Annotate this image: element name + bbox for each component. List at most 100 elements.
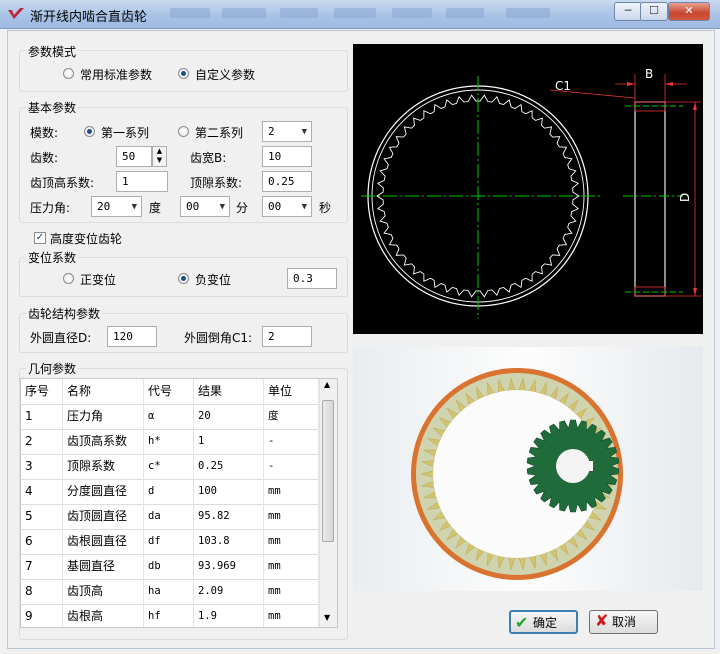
second-unit: 秒: [319, 201, 332, 215]
teeth-input[interactable]: 50: [116, 146, 152, 167]
cell-symbol: hf: [144, 604, 194, 627]
ok-button-label: 确定: [533, 616, 558, 630]
gear-2d-drawing: C1 B D: [361, 67, 701, 319]
table-scrollbar[interactable]: ▲ ▼: [319, 379, 337, 627]
cell-name: 压力角: [63, 404, 144, 429]
radio-standard-label: 常用标准参数: [80, 68, 153, 82]
clearance-coef-label: 顶隙系数:: [190, 176, 243, 190]
header-cell-index: 序号: [21, 379, 63, 404]
pressure-second-select[interactable]: 00 ▼: [262, 196, 312, 217]
cell-unit: mm: [264, 604, 319, 627]
radio-series2[interactable]: [178, 126, 189, 137]
window-title: 渐开线内啮合直齿轮: [30, 10, 148, 25]
addendum-coef-input[interactable]: 1: [116, 171, 168, 192]
face-width-input[interactable]: 10: [262, 146, 312, 167]
table-row[interactable]: 8 齿顶高 ha 2.09 mm: [21, 579, 319, 605]
param-mode-title: 参数模式: [26, 43, 79, 60]
cross-icon: ✘: [595, 611, 609, 630]
pressure-degree-select[interactable]: 20 ▼: [91, 196, 142, 217]
cell-index: 3: [21, 454, 63, 479]
radio-custom-label: 自定义参数: [195, 68, 256, 82]
cell-result: 0.25: [194, 454, 264, 479]
table-row[interactable]: 5 齿顶圆直径 da 95.82 mm: [21, 504, 319, 530]
table-row[interactable]: 9 齿根高 hf 1.9 mm: [21, 604, 319, 627]
radio-custom-params[interactable]: [178, 68, 189, 79]
shift-coef-input[interactable]: 0.3: [287, 268, 337, 289]
header-cell-unit: 单位: [264, 379, 319, 404]
pressure-minute-select[interactable]: 00 ▼: [180, 196, 230, 217]
cell-symbol: d: [144, 479, 194, 504]
cancel-button-label: 取消: [612, 615, 637, 629]
cell-result: 100: [194, 479, 264, 504]
cell-result: 95.82: [194, 504, 264, 529]
cell-unit: mm: [264, 529, 319, 554]
module-select[interactable]: 2 ▼: [262, 121, 312, 142]
title-bar[interactable]: 渐开线内啮合直齿轮 ─ ☐ ✕: [0, 0, 720, 29]
radio-series1[interactable]: [84, 126, 95, 137]
scrollbar-thumb[interactable]: [322, 400, 334, 542]
table-header-row: 序号 名称 代号 结果 单位: [21, 379, 319, 405]
cell-index: 1: [21, 404, 63, 429]
geometry-table[interactable]: 序号 名称 代号 结果 单位 1 压力角 α 20 度 2 齿顶高系数 h* 1-3 顶隙系数 c* 0.25-…: [20, 378, 338, 628]
clearance-coef-input[interactable]: 0.25: [262, 171, 312, 192]
cell-unit: mm: [264, 479, 319, 504]
cell-index: 9: [21, 604, 63, 627]
cell-unit: -: [264, 429, 319, 454]
geometry-title: 几何参数: [26, 360, 79, 377]
cell-index: 8: [21, 579, 63, 604]
table-row[interactable]: 6 齿根圆直径 df 103.8 mm: [21, 529, 319, 555]
minimize-button[interactable]: ─: [614, 2, 642, 21]
cell-unit: mm: [264, 579, 319, 604]
minute-unit: 分: [236, 201, 249, 215]
table-row[interactable]: 4 分度圆直径 d 100 mm: [21, 479, 319, 505]
maximize-button[interactable]: ☐: [640, 2, 668, 21]
cell-unit: -: [264, 454, 319, 479]
outer-diameter-input[interactable]: 120: [107, 326, 157, 347]
basic-params-title: 基本参数: [26, 99, 79, 116]
negative-shift-label: 负变位: [195, 273, 232, 287]
teeth-label: 齿数:: [30, 151, 59, 165]
radio-negative-shift[interactable]: [178, 273, 189, 284]
height-modification-checkbox[interactable]: ✓: [34, 232, 46, 244]
ok-button[interactable]: ✔ 确定: [509, 610, 578, 634]
cell-index: 2: [21, 429, 63, 454]
table-row[interactable]: 2 齿顶高系数 h* 1-: [21, 429, 319, 455]
cell-unit: 度: [264, 404, 319, 429]
cell-unit: mm: [264, 554, 319, 579]
spin-down-icon[interactable]: ▼: [153, 156, 166, 165]
pinion-bore: [556, 449, 590, 483]
scroll-up-icon[interactable]: ▲: [324, 380, 330, 389]
header-cell-result: 结果: [194, 379, 264, 404]
teeth-spinner[interactable]: ▲ ▼: [152, 146, 167, 167]
header-cell-symbol: 代号: [144, 379, 194, 404]
close-button[interactable]: ✕: [668, 2, 710, 21]
radio-standard-params[interactable]: [63, 68, 74, 79]
table-row[interactable]: 7 基圆直径 db 93.969 mm: [21, 554, 319, 580]
check-icon: ✔: [515, 613, 529, 632]
pressure-second-value: 00: [268, 200, 282, 213]
series2-label: 第二系列: [195, 126, 244, 140]
spin-up-icon[interactable]: ▲: [153, 147, 166, 156]
table-row[interactable]: 3 顶隙系数 c* 0.25-: [21, 454, 319, 480]
radio-positive-shift[interactable]: [63, 273, 74, 284]
cancel-button[interactable]: ✘ 取消: [589, 610, 658, 634]
pressure-minute-value: 00: [186, 200, 200, 213]
module-label: 模数:: [30, 126, 59, 140]
cell-symbol: df: [144, 529, 194, 554]
arrowhead: [665, 82, 673, 86]
cell-result: 103.8: [194, 529, 264, 554]
cell-name: 齿顶高系数: [63, 429, 144, 454]
cell-result: 2.09: [194, 579, 264, 604]
dim-c1-label: C1: [555, 79, 571, 93]
table-row[interactable]: 1 压力角 α 20 度: [21, 404, 319, 430]
chamfer-input[interactable]: 2: [262, 326, 312, 347]
scroll-down-icon[interactable]: ▼: [324, 613, 330, 622]
cell-result: 1: [194, 429, 264, 454]
profile-shift-title: 变位系数: [26, 249, 79, 266]
cell-symbol: α: [144, 404, 194, 429]
positive-shift-label: 正变位: [80, 273, 117, 287]
cell-result: 20: [194, 404, 264, 429]
cell-result: 1.9: [194, 604, 264, 627]
pressure-degree-value: 20: [97, 200, 111, 213]
height-modification-label: 高度变位齿轮: [50, 232, 123, 246]
